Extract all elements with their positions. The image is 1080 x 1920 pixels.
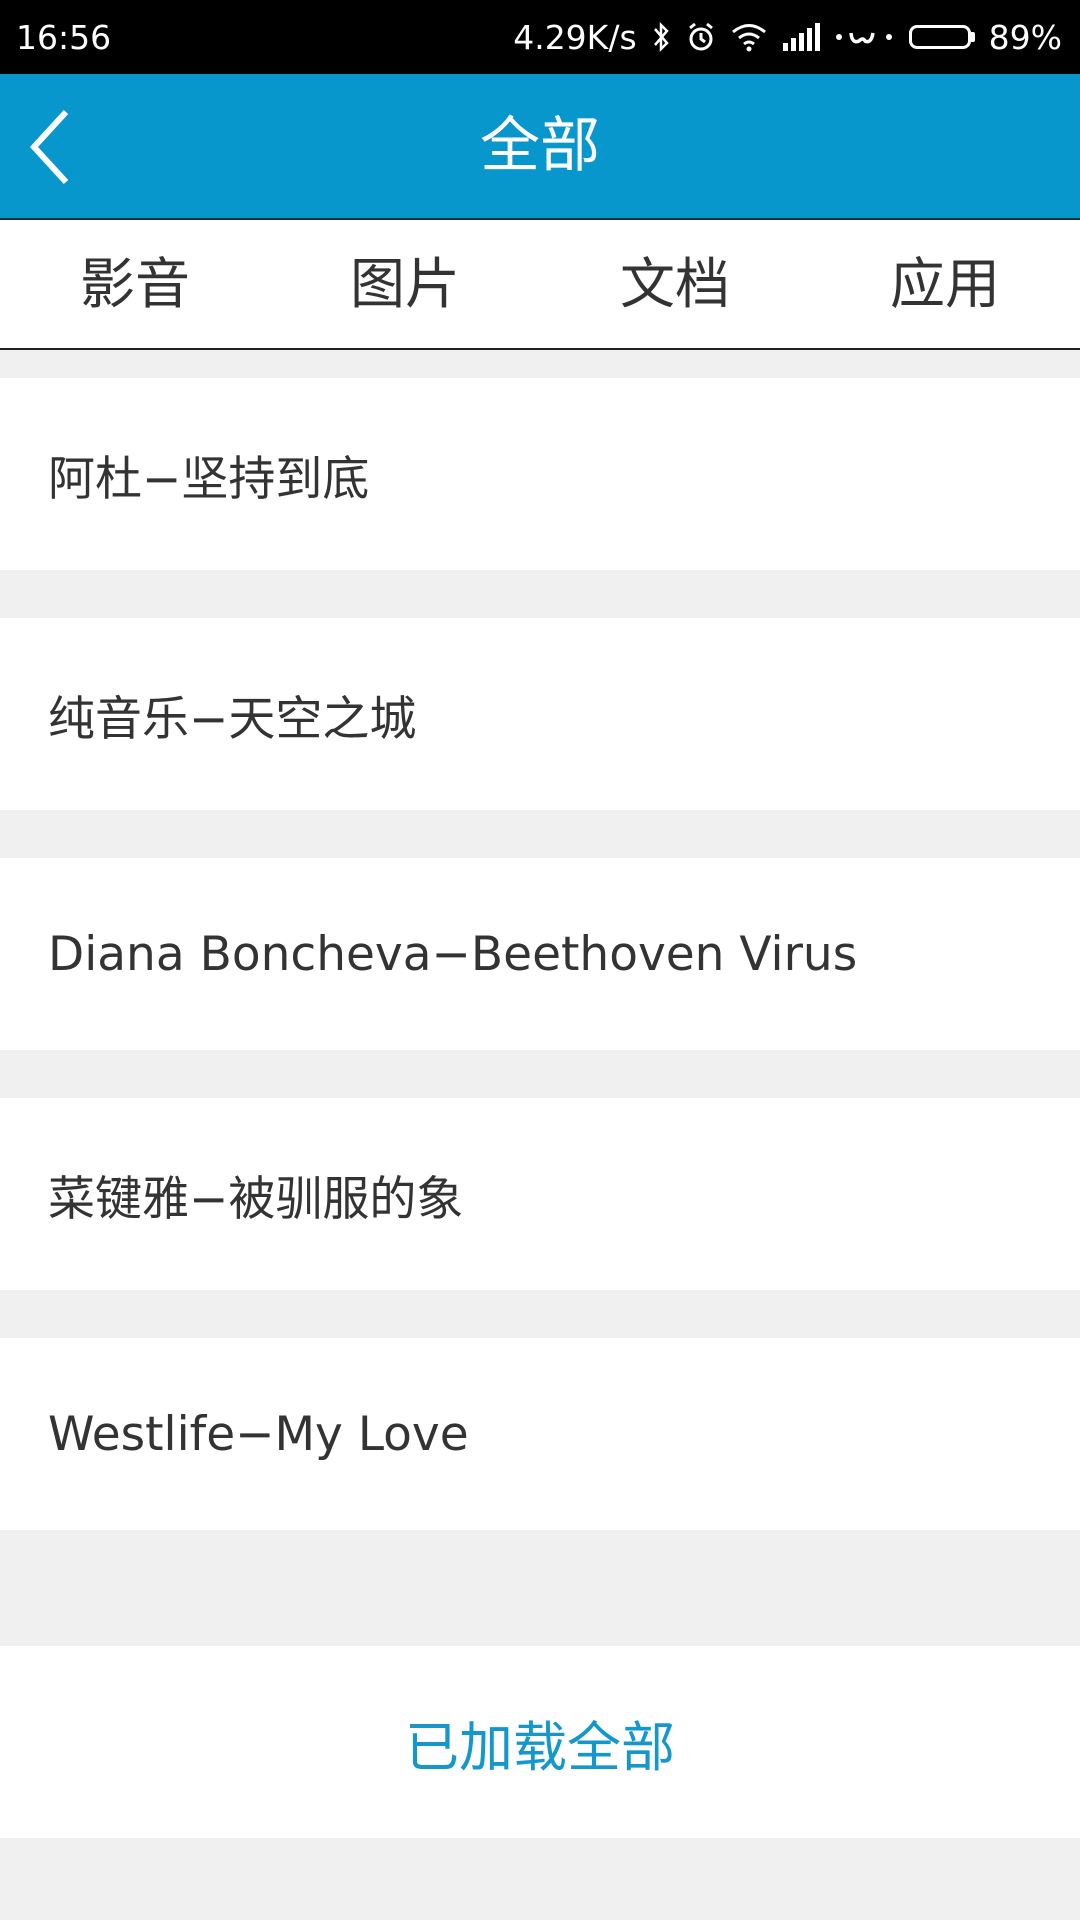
category-tabs: 影音 图片 文档 应用 [0, 220, 1080, 350]
list-item[interactable]: 阿杜−坚持到底 [0, 378, 1080, 570]
list-item-title: 纯音乐−天空之城 [48, 691, 417, 747]
net-speed: 4.29K/s [513, 17, 637, 57]
tab-media[interactable]: 影音 [0, 220, 270, 348]
signal-icon [781, 23, 821, 51]
page-title: 全部 [480, 111, 600, 181]
miui-dot-icon [835, 25, 895, 49]
list-item[interactable]: 纯音乐−天空之城 [0, 618, 1080, 810]
alarm-icon [685, 21, 717, 53]
list-item[interactable]: Diana Boncheva−Beethoven Virus [0, 858, 1080, 1050]
status-bar: 16:56 4.29K/s 89% [0, 0, 1080, 74]
list-item[interactable]: Westlife−My Love [0, 1338, 1080, 1530]
file-list: 阿杜−坚持到底 纯音乐−天空之城 Diana Boncheva−Beethove… [0, 378, 1080, 1578]
tab-pictures[interactable]: 图片 [270, 220, 540, 348]
list-item-title: 阿杜−坚持到底 [48, 451, 370, 507]
list-item[interactable]: 菜键雅−被驯服的象 [0, 1098, 1080, 1290]
title-bar: 全部 [0, 74, 1080, 220]
battery-icon [908, 25, 975, 49]
status-icons: 4.29K/s 89% [513, 14, 1062, 60]
list-item-title: Westlife−My Love [48, 1406, 469, 1462]
wifi-icon [731, 22, 767, 52]
all-loaded-text: 已加载全部 [405, 1715, 675, 1779]
bluetooth-icon [651, 21, 671, 53]
list-item-title: Diana Boncheva−Beethoven Virus [48, 926, 858, 982]
status-time: 16:56 [16, 18, 112, 57]
battery-percent: 89% [988, 17, 1062, 57]
load-status-footer: 已加载全部 [0, 1646, 1080, 1838]
list-item-title: 菜键雅−被驯服的象 [48, 1171, 464, 1227]
tab-apps[interactable]: 应用 [810, 220, 1080, 348]
tab-documents[interactable]: 文档 [540, 220, 810, 348]
